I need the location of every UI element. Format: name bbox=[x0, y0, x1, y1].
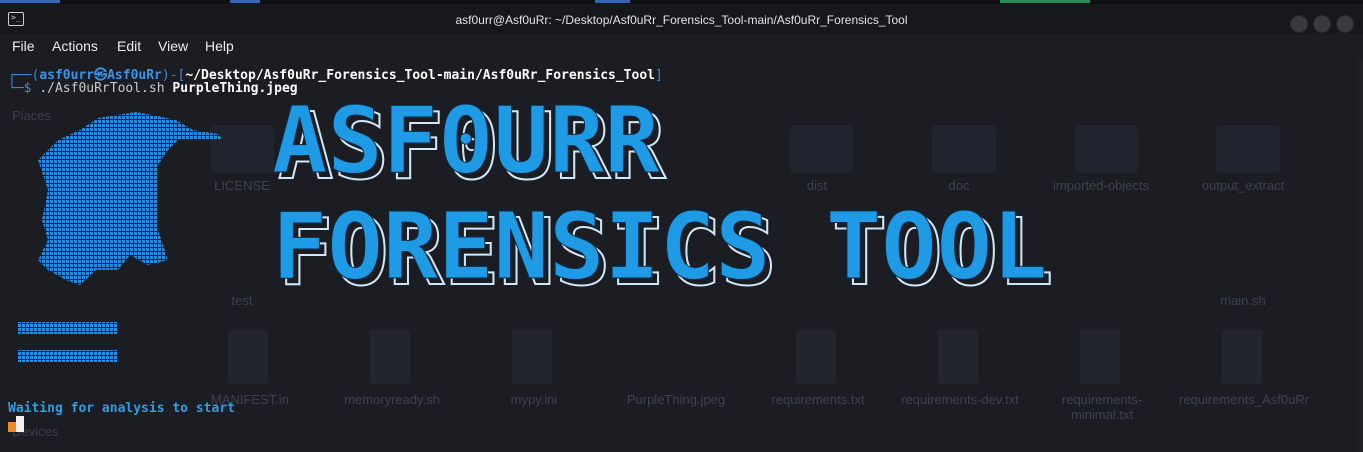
menu-edit[interactable]: Edit bbox=[117, 38, 141, 54]
banner-line-2: FORENSICS TOOL bbox=[272, 193, 1047, 300]
prompt-dollar: └─$ bbox=[8, 81, 40, 96]
close-button[interactable] bbox=[1336, 15, 1354, 33]
taskbar-indicator bbox=[1000, 0, 1090, 3]
prompt-line-2: └─$ ./Asf0uRrTool.sh PurpleThing.jpeg bbox=[8, 81, 298, 96]
taskbar-indicator bbox=[0, 0, 60, 3]
prompt-close: ] bbox=[654, 68, 663, 83]
bg-file-label: requirements-minimal.txt bbox=[1061, 392, 1143, 422]
bg-document-icon bbox=[938, 330, 978, 384]
bg-document-icon bbox=[1080, 330, 1120, 384]
taskbar-indicator bbox=[595, 0, 630, 3]
bg-file-label: main.sh bbox=[1220, 293, 1266, 308]
terminal-cursor[interactable] bbox=[16, 416, 24, 432]
command-text: ./Asf0uRrTool.sh bbox=[39, 81, 165, 96]
status-indicator bbox=[8, 422, 16, 432]
status-message: Waiting for analysis to start bbox=[8, 401, 235, 416]
minimize-button[interactable] bbox=[1290, 15, 1308, 33]
bg-file-label: requirements.txt bbox=[771, 392, 865, 407]
bg-document-icon bbox=[512, 330, 552, 384]
window-titlebar[interactable]: >_ asf0urr@Asf0uRr: ~/Desktop/Asf0uRr_Fo… bbox=[0, 4, 1363, 34]
terminal-scrollbar[interactable] bbox=[1357, 58, 1363, 452]
bg-file-label: requirements_Asf0uRr bbox=[1179, 392, 1310, 407]
menu-help[interactable]: Help bbox=[205, 38, 234, 54]
bg-document-icon bbox=[1222, 330, 1262, 384]
bg-folder-icon bbox=[1216, 125, 1280, 173]
bg-file-label: PurpleThing.jpeg bbox=[626, 392, 726, 407]
bg-document-icon bbox=[228, 330, 268, 384]
menu-bar: File Actions Edit View Help bbox=[0, 34, 1363, 58]
taskbar-indicator bbox=[230, 0, 260, 3]
tool-banner: ASF0URR ASF0URR FORENSICS TOOL FORENSICS… bbox=[272, 88, 1055, 303]
bg-file-label: requirements-dev.txt bbox=[901, 392, 1019, 407]
bg-file-label: memoryready.sh bbox=[344, 392, 440, 407]
bg-document-icon bbox=[370, 330, 410, 384]
bg-file-label: mypy.ini bbox=[510, 392, 558, 407]
menu-actions[interactable]: Actions bbox=[52, 38, 98, 54]
bg-file-label: output_extract bbox=[1201, 178, 1285, 193]
menu-file[interactable]: File bbox=[12, 38, 35, 54]
maximize-button[interactable] bbox=[1313, 15, 1331, 33]
banner-line-1: ASF0URR bbox=[272, 88, 660, 194]
hawk-logo bbox=[18, 112, 223, 362]
menu-view[interactable]: View bbox=[158, 38, 188, 54]
window-title: asf0urr@Asf0uRr: ~/Desktop/Asf0uRr_Foren… bbox=[455, 13, 908, 27]
bg-document-icon bbox=[796, 330, 836, 384]
